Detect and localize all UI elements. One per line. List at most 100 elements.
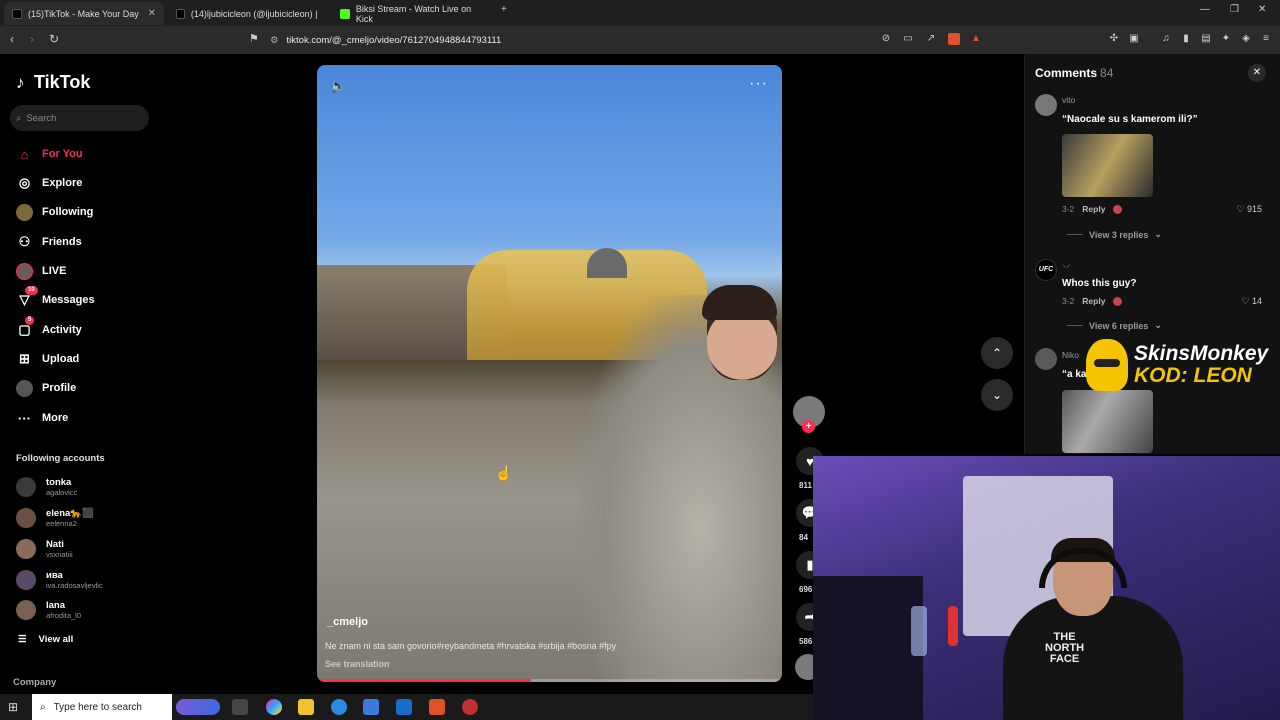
copilot-icon[interactable] xyxy=(266,699,282,715)
puzzle-icon[interactable]: ✣ xyxy=(1108,33,1120,45)
more-options-icon[interactable]: ··· xyxy=(749,75,768,93)
music-icon[interactable]: ♫ xyxy=(1160,33,1172,45)
previous-video-button[interactable]: ⌃ xyxy=(981,337,1013,369)
file-explorer-icon[interactable] xyxy=(298,699,314,715)
browser-tab-tiktok[interactable]: (15)TikTok - Make Your Day ✕ xyxy=(4,2,164,25)
avatar[interactable] xyxy=(1035,348,1057,370)
back-icon[interactable]: ‹ xyxy=(10,32,14,46)
comment-image[interactable] xyxy=(1062,390,1153,453)
taskbar-search-placeholder: Type here to search xyxy=(53,701,142,713)
reply-button[interactable]: Reply xyxy=(1082,204,1105,214)
next-video-button[interactable]: ⌄ xyxy=(981,379,1013,411)
compass-icon: ◎ xyxy=(18,175,31,190)
sidebar-item-label: Explore xyxy=(42,177,83,189)
profile-icon xyxy=(16,379,33,397)
sidebar-toggle-icon[interactable]: ▮ xyxy=(1180,33,1192,45)
account-item[interactable]: ива iva.radosavljevlic xyxy=(16,568,103,592)
comments-title: Comments xyxy=(1035,66,1098,80)
comment-like[interactable]: ♡ 14 xyxy=(1241,296,1262,307)
search-input[interactable]: ⌕ Search xyxy=(10,105,149,131)
site-info-icon[interactable]: ⚙ xyxy=(270,35,279,46)
sidebar-item-label: For You xyxy=(42,148,83,160)
comment-image[interactable] xyxy=(1062,134,1153,197)
close-tab-icon[interactable]: ✕ xyxy=(148,8,156,19)
follow-plus-icon[interactable]: + xyxy=(802,420,815,433)
wallet-icon[interactable]: ▤ xyxy=(1200,33,1212,45)
sidebar-item-following[interactable]: Following xyxy=(16,202,93,222)
screenshot-icon[interactable]: ▣ xyxy=(1128,33,1140,45)
video-progress-bar[interactable] xyxy=(317,679,782,682)
taskbar-search-input[interactable]: ⌕ Type here to search xyxy=(32,694,172,720)
account-name: elena🐆⬛ xyxy=(46,508,94,519)
view-all-button[interactable]: ☰ View all xyxy=(18,634,73,645)
video-player[interactable]: 🔈 ··· ☝ _cmeljo Ne znam ni sta sam govor… xyxy=(317,65,782,682)
video-caption: Ne znam ni sta sam govorio#reybandmeta #… xyxy=(325,641,617,651)
reload-icon[interactable]: ↻ xyxy=(49,32,59,46)
comment-date: 3-2 xyxy=(1062,296,1075,306)
media-icon[interactable]: ▭ xyxy=(902,33,914,45)
brave-icon[interactable] xyxy=(429,699,445,715)
view-replies-button[interactable]: View 3 replies ⌄ xyxy=(1067,229,1162,240)
account-handle: eelenna2 xyxy=(46,519,77,528)
comment-like-count: 14 xyxy=(1251,296,1262,306)
obs-icon[interactable] xyxy=(462,699,478,715)
sidebar-item-activity[interactable]: ▢ 5 Activity xyxy=(16,315,82,340)
account-item[interactable]: Nati vsxnatiii xyxy=(16,537,73,561)
menu-icon[interactable]: ≡ xyxy=(1260,33,1272,45)
tiktok-favicon-icon xyxy=(176,8,185,19)
sidebar-item-messages[interactable]: ▽ 10 Messages xyxy=(16,285,95,310)
see-translation-link[interactable]: See translation xyxy=(325,659,390,669)
forward-icon[interactable]: › xyxy=(30,32,34,46)
sponsor-code: KOD: LEON xyxy=(1134,364,1252,387)
vpn-icon[interactable]: ◈ xyxy=(1240,33,1252,45)
avatar xyxy=(16,570,36,590)
store-icon[interactable] xyxy=(363,699,379,715)
widgets-icon[interactable] xyxy=(176,699,220,715)
sidebar-item-more[interactable]: ··· More xyxy=(16,408,68,428)
account-item[interactable]: elena🐆⬛ eelenna2 xyxy=(16,506,94,530)
sidebar-item-upload[interactable]: ⊞ Upload xyxy=(16,349,79,369)
comment-text: “Naocale su s kamerom ili?” xyxy=(1062,114,1198,125)
account-item[interactable]: lana afrodita_l0 xyxy=(16,598,81,622)
brave-shield-icon[interactable] xyxy=(948,33,960,45)
comment-username[interactable]: Niko xyxy=(1062,350,1079,360)
ufc-avatar[interactable]: UFC xyxy=(1035,259,1057,281)
volume-icon[interactable]: 🔈 xyxy=(330,78,346,94)
account-handle: vsxnatiii xyxy=(46,550,73,559)
comment-text: Whos this guy? xyxy=(1062,278,1137,289)
new-tab-icon[interactable]: + xyxy=(501,4,507,15)
rewards-icon[interactable]: ▲ xyxy=(970,33,982,45)
minimize-icon[interactable]: — xyxy=(1200,4,1210,15)
outlook-icon[interactable] xyxy=(396,699,412,715)
leo-icon[interactable]: ✦ xyxy=(1220,33,1232,45)
heart-outline-icon: ♡ xyxy=(1236,204,1245,214)
browser-tab-profile[interactable]: (14)ljubicicleon (@ljubicicleon) | TikTo xyxy=(168,2,328,25)
close-comments-icon[interactable]: ✕ xyxy=(1248,64,1266,82)
comment-username[interactable]: vito xyxy=(1062,95,1075,105)
company-link[interactable]: Company xyxy=(13,677,56,688)
tiktok-logo[interactable]: ♪ TikTok xyxy=(16,72,90,93)
reply-button[interactable]: Reply xyxy=(1082,296,1105,306)
close-window-icon[interactable]: ✕ xyxy=(1258,4,1266,15)
messages-badge: 10 xyxy=(25,285,38,295)
task-view-icon[interactable] xyxy=(232,699,248,715)
comment-username[interactable]: ⸜⸝ xyxy=(1062,259,1071,270)
extension-icon[interactable]: ⊘ xyxy=(880,33,892,45)
avatar[interactable] xyxy=(1035,94,1057,116)
comment-like[interactable]: ♡ 915 xyxy=(1236,204,1262,215)
sidebar-item-for-you[interactable]: ⌂ For You xyxy=(16,144,83,164)
edge-icon[interactable] xyxy=(331,699,347,715)
sidebar-item-live[interactable]: LIVE xyxy=(16,261,66,281)
browser-tab-kick[interactable]: Biksi Stream - Watch Live on Kick xyxy=(332,2,497,25)
restore-icon[interactable]: ❐ xyxy=(1230,4,1239,15)
video-author[interactable]: _cmeljo xyxy=(327,616,368,628)
sidebar-item-label: Friends xyxy=(42,236,82,248)
bookmark-icon[interactable]: ⚑ xyxy=(249,32,259,45)
sidebar-item-profile[interactable]: Profile xyxy=(16,378,76,398)
sidebar-item-explore[interactable]: ◎ Explore xyxy=(16,173,83,193)
share-icon[interactable]: ↗ xyxy=(925,33,937,45)
windows-start-icon[interactable]: ⊞ xyxy=(8,700,18,714)
account-item[interactable]: tonka agalovicc xyxy=(16,475,77,499)
view-replies-button[interactable]: View 6 replies ⌄ xyxy=(1067,320,1162,331)
sidebar-item-friends[interactable]: ⚇ Friends xyxy=(16,232,82,252)
